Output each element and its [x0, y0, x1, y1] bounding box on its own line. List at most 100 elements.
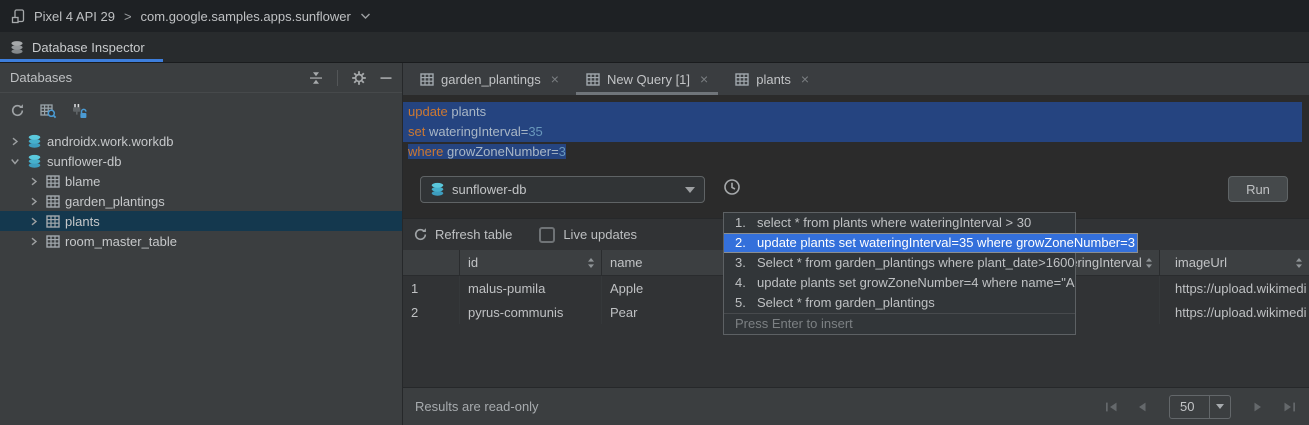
tree-item-label: androidx.work.workdb	[47, 134, 173, 149]
database-inspector-window: Pixel 4 API 29 > com.google.samples.apps…	[0, 0, 1309, 425]
chevron-right-icon[interactable]	[27, 234, 41, 248]
device-name: Pixel 4 API 29	[34, 9, 115, 24]
chevron-down-icon[interactable]	[8, 154, 22, 168]
device-icon	[11, 9, 27, 24]
sql-token: 35	[528, 124, 542, 139]
history-item-text: select * from plants where wateringInter…	[757, 215, 1031, 230]
database-icon	[10, 40, 24, 55]
query-history-button[interactable]	[723, 178, 741, 196]
databases-panel-header: Databases	[0, 63, 402, 93]
process-bar: Pixel 4 API 29 > com.google.samples.apps…	[0, 0, 1309, 32]
refresh-icon[interactable]	[10, 103, 25, 118]
editor-tab-bar: garden_plantings × New Query [1]	[403, 63, 1309, 95]
chevron-down-icon[interactable]	[360, 12, 371, 20]
minimize-icon[interactable]	[380, 72, 392, 84]
sql-token: 3	[559, 144, 566, 159]
chevron-down-icon	[685, 187, 695, 193]
tree-item-blame[interactable]: blame	[0, 171, 402, 191]
tab-garden-plantings[interactable]: garden_plantings ×	[410, 63, 569, 95]
tab-label: garden_plantings	[441, 72, 541, 87]
column-header-image-url[interactable]: imageUrl	[1160, 250, 1309, 275]
history-item-5[interactable]: 5.Select * from garden_plantings	[724, 293, 1075, 313]
close-tab-icon[interactable]: ×	[551, 72, 559, 86]
query-history-popup: 1. select * from plants where wateringInt…	[723, 212, 1076, 335]
database-selector[interactable]: sunflower-db	[420, 176, 705, 203]
read-only-status: Results are read-only	[415, 399, 539, 414]
column-header-id[interactable]: id	[460, 250, 602, 275]
collapse-all-icon[interactable]	[308, 70, 324, 86]
sql-line: where growZoneNumber=3	[403, 142, 1309, 162]
live-updates-toggle[interactable]: Live updates	[539, 227, 637, 243]
tree-item-garden-plantings[interactable]: garden_plantings	[0, 191, 402, 211]
image-url-cell[interactable]: https://upload.wikimedi	[1160, 276, 1309, 300]
plug-unlock-icon[interactable]	[72, 103, 87, 119]
previous-page-button[interactable]	[1135, 400, 1149, 414]
tab-database-inspector[interactable]: Database Inspector	[0, 32, 163, 62]
database-icon	[27, 134, 42, 149]
query-controls: sunflower-db Run	[403, 163, 1309, 218]
databases-tree: androidx.work.workdb sunflower-db	[0, 128, 402, 251]
run-button[interactable]: Run	[1228, 176, 1288, 202]
next-page-button[interactable]	[1251, 400, 1265, 414]
tree-item-androidx-work-workdb[interactable]: androidx.work.workdb	[0, 131, 402, 151]
chevron-right-icon[interactable]	[27, 174, 41, 188]
sort-updown-icon[interactable]	[1145, 257, 1153, 269]
column-label: id	[468, 255, 478, 270]
chevron-right-icon[interactable]	[27, 214, 41, 228]
tree-item-label: garden_plantings	[65, 194, 165, 209]
sql-token: where	[408, 144, 443, 159]
gear-icon[interactable]	[351, 70, 367, 86]
tree-item-label: plants	[65, 214, 100, 229]
tab-new-query-1[interactable]: New Query [1] ×	[576, 63, 718, 95]
column-label: name	[610, 255, 643, 270]
pagination: 50	[1104, 395, 1296, 419]
database-icon	[430, 182, 445, 197]
sql-token: growZoneNumber=	[443, 144, 558, 159]
table-icon	[420, 73, 434, 86]
table-search-icon[interactable]	[40, 103, 57, 119]
image-url-cell[interactable]: https://upload.wikimedi	[1160, 300, 1309, 324]
popup-hint: Press Enter to insert	[724, 313, 1075, 334]
sort-updown-icon[interactable]	[1295, 257, 1303, 269]
table-icon	[586, 73, 600, 86]
query-workspace: garden_plantings × New Query [1]	[403, 63, 1309, 425]
refresh-table-button[interactable]: Refresh table	[413, 227, 512, 242]
history-item-number: 2.	[735, 234, 750, 252]
live-updates-label: Live updates	[563, 227, 637, 242]
id-cell[interactable]: malus-pumila	[460, 276, 602, 300]
table-icon	[735, 73, 749, 86]
tab-label: New Query [1]	[607, 72, 690, 87]
tree-item-label: room_master_table	[65, 234, 177, 249]
tab-label: plants	[756, 72, 791, 87]
tree-item-sunflower-db[interactable]: sunflower-db	[0, 151, 402, 171]
sort-updown-icon[interactable]	[587, 257, 595, 269]
tree-item-plants[interactable]: plants	[0, 211, 402, 231]
panel-title: Databases	[10, 70, 72, 85]
close-tab-icon[interactable]: ×	[700, 72, 708, 86]
page-size-select[interactable]: 50	[1169, 395, 1231, 419]
tree-item-room-master-table[interactable]: room_master_table	[0, 231, 402, 251]
chevron-right-icon[interactable]	[27, 194, 41, 208]
history-item-number: 1.	[735, 213, 750, 233]
history-item-3[interactable]: 3. Select * from garden_plantings where p…	[724, 253, 1075, 273]
history-item-2-selected[interactable]: 2.update plants set wateringInterval=35 …	[724, 233, 1138, 253]
history-item-1[interactable]: 1. select * from plants where wateringInt…	[724, 213, 1075, 233]
history-item-number: 3.	[735, 253, 750, 273]
live-updates-checkbox[interactable]	[539, 227, 555, 243]
table-icon	[46, 235, 60, 248]
last-page-button[interactable]	[1282, 400, 1296, 414]
databases-panel: Databases	[0, 63, 403, 425]
chevron-right-icon[interactable]	[8, 134, 22, 148]
database-icon	[27, 154, 42, 169]
history-item-text: Select * from garden_plantings where pla…	[757, 255, 1075, 270]
close-tab-icon[interactable]: ×	[801, 72, 809, 86]
tool-tab-bar: Database Inspector	[0, 32, 1309, 63]
sql-token: plants	[448, 104, 486, 119]
sql-editor[interactable]: update plants set wateringInterval=35 wh…	[403, 95, 1309, 163]
id-cell[interactable]: pyrus-communis	[460, 300, 602, 324]
sql-token: wateringInterval=	[425, 124, 528, 139]
history-item-4[interactable]: 4.update plants set growZoneNumber=4 whe…	[724, 273, 1075, 293]
run-button-label: Run	[1246, 182, 1270, 197]
first-page-button[interactable]	[1104, 400, 1118, 414]
tab-plants[interactable]: plants ×	[725, 63, 819, 95]
